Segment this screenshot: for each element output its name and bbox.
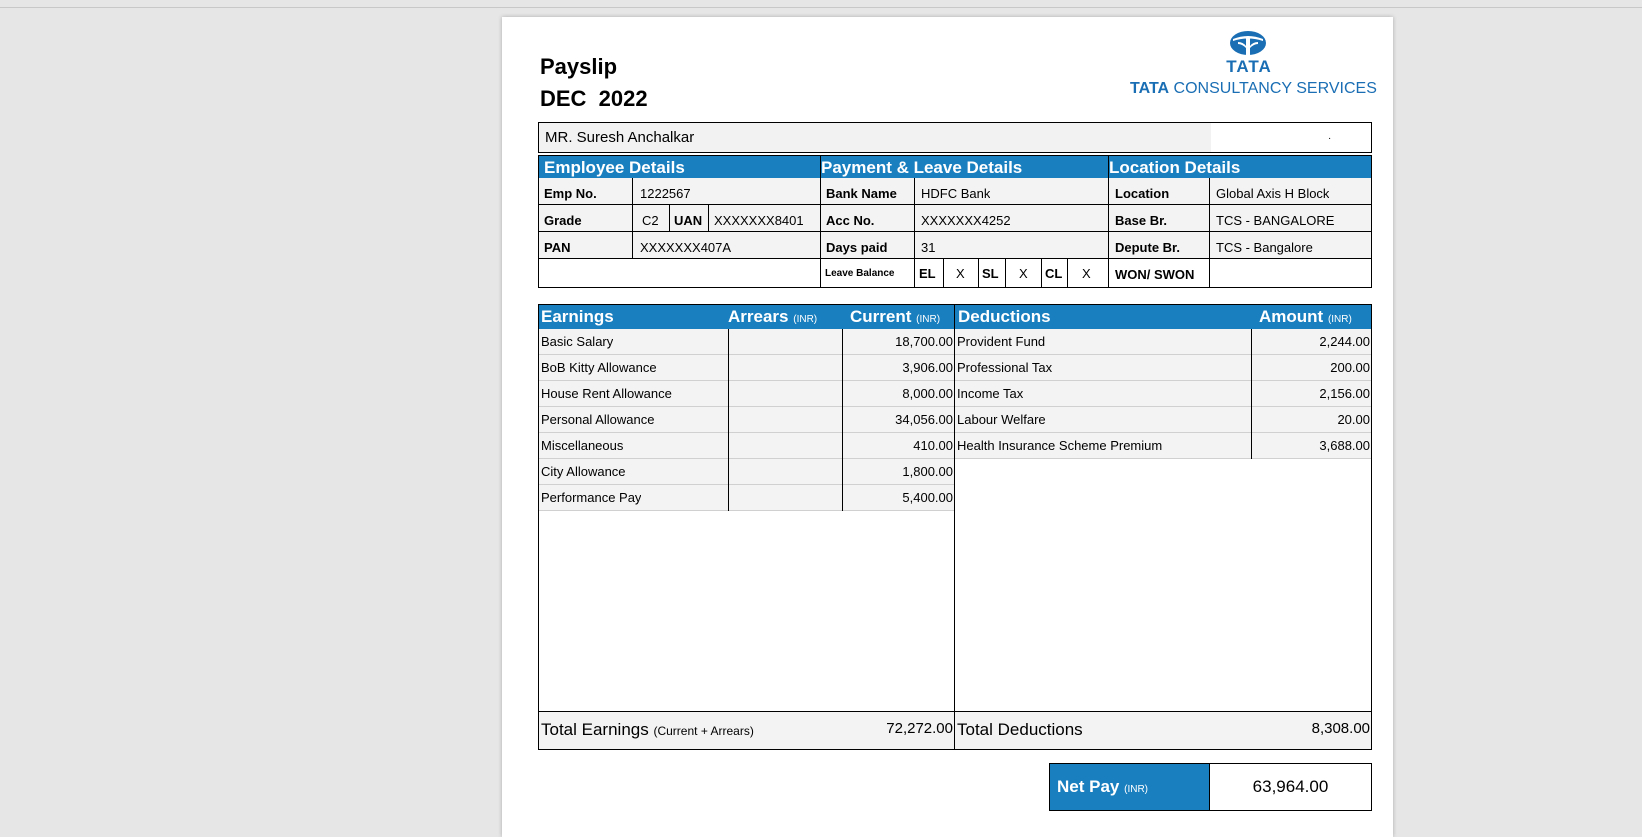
earning-name: Miscellaneous bbox=[541, 438, 624, 453]
section-payment-details: Payment & Leave Details bbox=[821, 158, 1023, 177]
section-employee-details: Employee Details bbox=[544, 158, 685, 177]
logo-tata-mark: TATA bbox=[1226, 57, 1272, 76]
deductions-row: Health Insurance Scheme Premium 3,688.00 bbox=[955, 433, 1371, 459]
earnings-row: Basic Salary 18,700.00 bbox=[539, 329, 954, 355]
emp-no-label: Emp No. bbox=[544, 186, 597, 201]
deduction-amount: 20.00 bbox=[1337, 412, 1370, 427]
location-label: Location bbox=[1115, 186, 1170, 201]
earnings-row: Personal Allowance 34,056.00 bbox=[539, 407, 954, 433]
grade-value: C2 bbox=[642, 213, 659, 228]
earnings-row: City Allowance 1,800.00 bbox=[539, 459, 954, 485]
earning-name: Basic Salary bbox=[541, 334, 614, 349]
earning-current: 3,906.00 bbox=[902, 360, 953, 375]
current-unit: (INR) bbox=[916, 314, 941, 325]
acc-no-label: Acc No. bbox=[826, 213, 875, 228]
earning-current: 34,056.00 bbox=[895, 412, 953, 427]
uan-value: XXXXXXX8401 bbox=[714, 213, 804, 228]
earnings-row: House Rent Allowance 8,000.00 bbox=[539, 381, 954, 407]
days-paid-label: Days paid bbox=[826, 240, 888, 255]
current-header: Current (INR) bbox=[850, 307, 941, 326]
bank-name-label: Bank Name bbox=[826, 186, 897, 201]
pan-label: PAN bbox=[544, 240, 571, 255]
el-value: X bbox=[956, 266, 965, 281]
sl-label: SL bbox=[982, 266, 999, 281]
leave-balance-label: Leave Balance bbox=[825, 268, 895, 279]
cl-value: X bbox=[1082, 266, 1091, 281]
deduction-name: Income Tax bbox=[957, 386, 1024, 401]
details-table: Employee Details Payment & Leave Details… bbox=[538, 155, 1372, 288]
deductions-row: Provident Fund 2,244.00 bbox=[955, 329, 1371, 355]
won-swon-label: WON/ SWON bbox=[1115, 267, 1195, 282]
total-earnings-note: (Current + Arrears) bbox=[653, 724, 754, 738]
deduction-amount: 200.00 bbox=[1330, 360, 1370, 375]
deductions-row: Professional Tax 200.00 bbox=[955, 355, 1371, 381]
deduction-amount: 2,156.00 bbox=[1319, 386, 1370, 401]
sl-value: X bbox=[1019, 266, 1028, 281]
employee-name-bar: . MR. Suresh Anchalkar bbox=[538, 122, 1372, 153]
el-label: EL bbox=[919, 266, 936, 281]
earning-current: 18,700.00 bbox=[895, 334, 953, 349]
deduction-amount: 2,244.00 bbox=[1319, 334, 1370, 349]
earning-current: 410.00 bbox=[913, 438, 953, 453]
tata-logo-icon bbox=[1230, 31, 1266, 55]
company-logo: TATA TATA CONSULTANCY SERVICES bbox=[502, 0, 1393, 120]
emp-no-value: 1222567 bbox=[640, 186, 691, 201]
net-pay-unit: (INR) bbox=[1124, 784, 1148, 795]
earning-name: Performance Pay bbox=[541, 490, 642, 505]
earning-current: 5,400.00 bbox=[902, 490, 953, 505]
deduction-amount: 3,688.00 bbox=[1319, 438, 1370, 453]
depute-branch-label: Depute Br. bbox=[1115, 240, 1181, 255]
earning-current: 1,800.00 bbox=[902, 464, 953, 479]
total-deductions-value: 8,308.00 bbox=[1311, 720, 1370, 737]
pan-value: XXXXXXX407A bbox=[640, 240, 732, 255]
earning-name: Personal Allowance bbox=[541, 412, 655, 427]
deductions-row: Labour Welfare 20.00 bbox=[955, 407, 1371, 433]
base-branch-label: Base Br. bbox=[1115, 213, 1168, 228]
logo-company-name: TATA CONSULTANCY SERVICES bbox=[1130, 80, 1377, 98]
deduction-name: Health Insurance Scheme Premium bbox=[957, 438, 1163, 453]
earning-name: House Rent Allowance bbox=[541, 386, 672, 401]
cl-label: CL bbox=[1045, 266, 1063, 281]
earnings-header: Earnings bbox=[541, 307, 614, 326]
earnings-deductions-table: Earnings Arrears (INR) Current (INR) Ded… bbox=[538, 304, 1372, 750]
earning-name: BoB Kitty Allowance bbox=[541, 360, 657, 375]
employee-name: MR. Suresh Anchalkar bbox=[545, 129, 695, 146]
deductions-header: Deductions bbox=[958, 307, 1051, 326]
deductions-row: Income Tax 2,156.00 bbox=[955, 381, 1371, 407]
deduction-name: Labour Welfare bbox=[957, 412, 1046, 427]
uan-label: UAN bbox=[674, 213, 703, 228]
net-pay-label: Net Pay (INR) bbox=[1049, 763, 1210, 811]
total-earnings-label: Total Earnings (Current + Arrears) bbox=[541, 720, 754, 739]
amount-unit: (INR) bbox=[1327, 314, 1352, 325]
arrears-header: Arrears (INR) bbox=[728, 307, 818, 326]
earning-name: City Allowance bbox=[541, 464, 626, 479]
grade-label: Grade bbox=[544, 213, 582, 228]
bank-name-value: HDFC Bank bbox=[921, 186, 991, 201]
amount-header: Amount (INR) bbox=[1259, 307, 1352, 326]
logo-company-suffix: CONSULTANCY SERVICES bbox=[1173, 80, 1377, 97]
arrears-unit: (INR) bbox=[793, 314, 818, 325]
days-paid-value: 31 bbox=[921, 240, 936, 255]
earnings-row: Performance Pay 5,400.00 bbox=[539, 485, 954, 511]
total-earnings-value: 72,272.00 bbox=[886, 720, 953, 737]
deduction-name: Professional Tax bbox=[957, 360, 1053, 375]
section-location-details: Location Details bbox=[1109, 158, 1241, 177]
earnings-row: Miscellaneous 410.00 bbox=[539, 433, 954, 459]
total-deductions-label: Total Deductions bbox=[957, 720, 1083, 739]
net-pay-value: 63,964.00 bbox=[1210, 763, 1372, 811]
earning-current: 8,000.00 bbox=[902, 386, 953, 401]
logo-company-prefix: TATA bbox=[1130, 80, 1170, 97]
depute-branch-value: TCS - Bangalore bbox=[1216, 240, 1313, 255]
earnings-row: BoB Kitty Allowance 3,906.00 bbox=[539, 355, 954, 381]
acc-no-value: XXXXXXX4252 bbox=[921, 213, 1011, 228]
deduction-name: Provident Fund bbox=[957, 334, 1046, 349]
base-branch-value: TCS - BANGALORE bbox=[1216, 213, 1335, 228]
location-value: Global Axis H Block bbox=[1216, 186, 1330, 201]
